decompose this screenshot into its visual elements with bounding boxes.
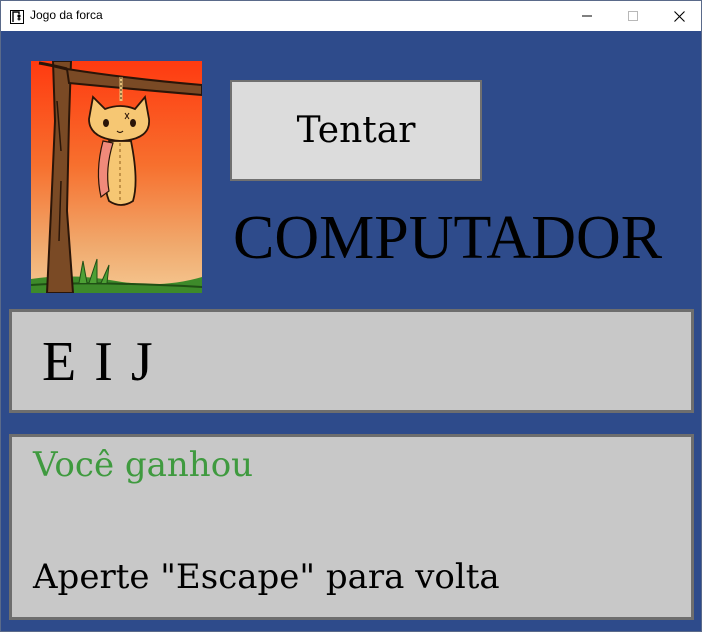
word-category: COMPUTADOR [233, 204, 663, 272]
minimize-button[interactable] [564, 1, 610, 31]
hangman-image [31, 61, 202, 293]
title-bar[interactable]: Jogo da forca [1, 1, 701, 31]
maximize-icon [628, 11, 638, 21]
guessed-letters-panel: E I J [9, 309, 694, 413]
close-button[interactable] [656, 1, 701, 31]
maximize-button[interactable] [610, 1, 656, 31]
minimize-icon [582, 15, 592, 17]
window-title: Jogo da forca [30, 8, 103, 22]
try-button[interactable]: Tentar [230, 80, 482, 181]
status-message: Você ganhou [33, 445, 254, 485]
message-panel: Você ganhou Aperte "Escape" para volta [9, 434, 694, 620]
game-window: Jogo da forca Tentar COMPUTADOR E I J Vo… [0, 0, 702, 632]
close-icon [673, 10, 685, 22]
escape-hint: Aperte "Escape" para volta [33, 557, 500, 597]
guessed-letters: E I J [42, 331, 155, 393]
hangman-app-icon [10, 9, 24, 24]
